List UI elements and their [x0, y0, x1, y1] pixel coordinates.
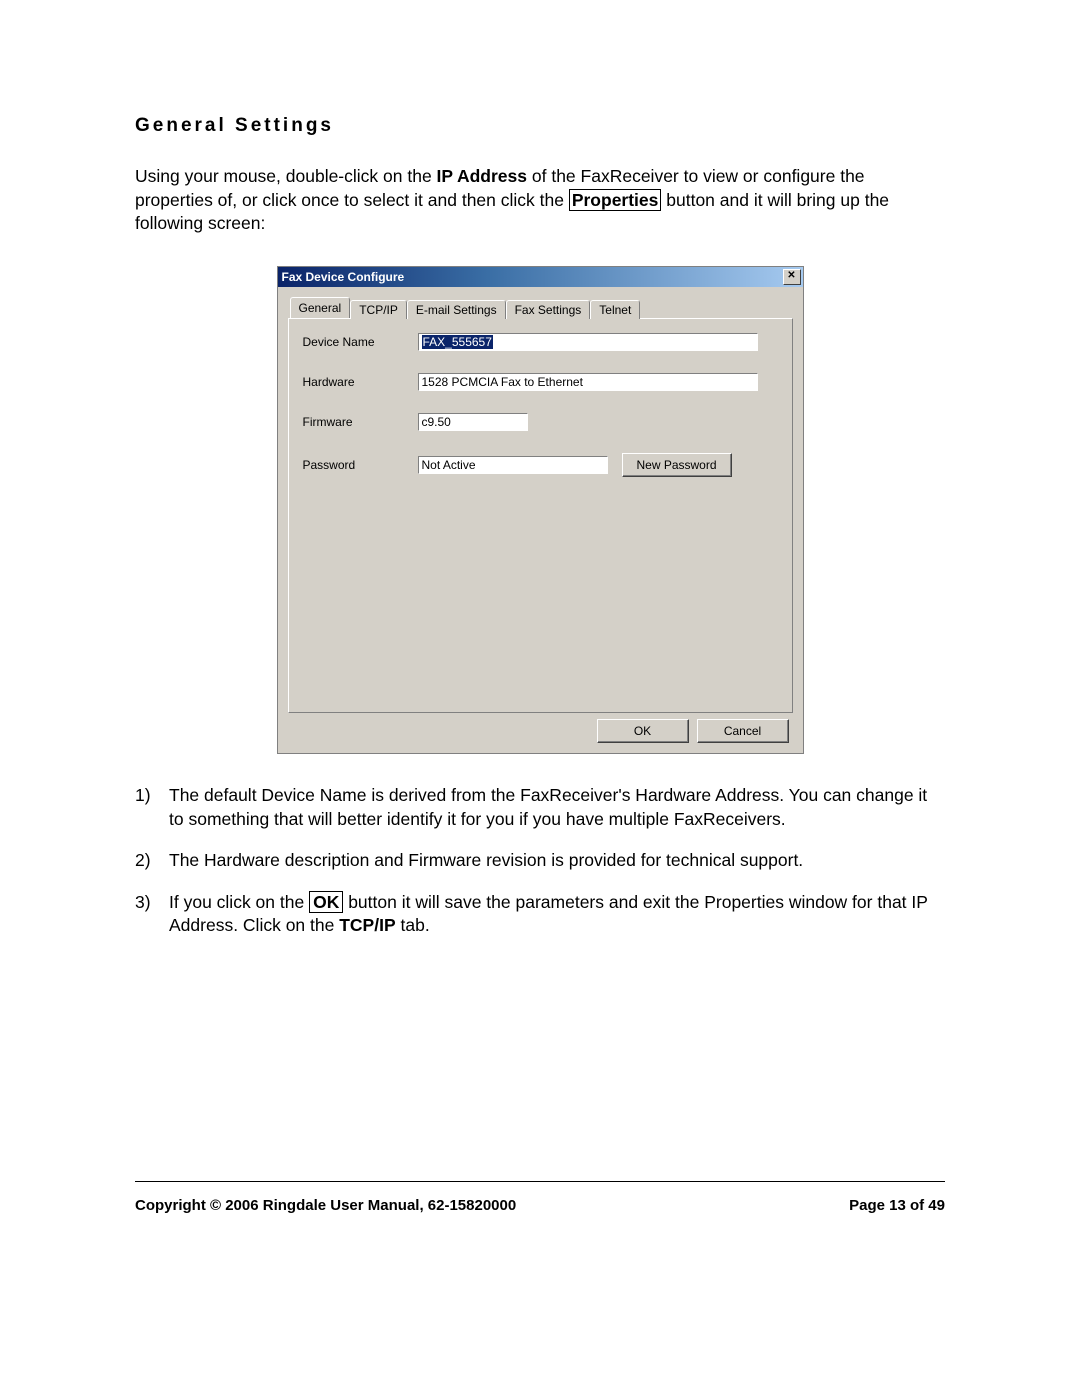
cancel-button[interactable]: Cancel [697, 719, 789, 743]
dialog-titlebar: Fax Device Configure ✕ [278, 267, 803, 287]
intro-boxed-properties: Properties [569, 189, 662, 211]
firmware-label: Firmware [303, 415, 418, 429]
tab-email-settings[interactable]: E-mail Settings [407, 300, 506, 319]
tab-general[interactable]: General [290, 297, 351, 318]
list-bold-tcpip: TCP/IP [339, 915, 395, 935]
list-text: If you click on the [169, 892, 309, 912]
list-item: The default Device Name is derived from … [169, 784, 945, 831]
password-value: Not Active [422, 458, 476, 472]
firmware-field: c9.50 [418, 413, 528, 431]
close-icon[interactable]: ✕ [783, 269, 801, 285]
list-item: If you click on the OK button it will sa… [169, 891, 945, 938]
list-item: The Hardware description and Firmware re… [169, 849, 945, 873]
intro-paragraph: Using your mouse, double-click on the IP… [135, 165, 945, 236]
device-name-field[interactable]: FAX_555657 [418, 333, 758, 351]
list-number: 3) [135, 891, 169, 938]
screenshot-container: Fax Device Configure ✕ General TCP/IP E-… [135, 266, 945, 754]
fax-device-configure-dialog: Fax Device Configure ✕ General TCP/IP E-… [277, 266, 804, 754]
tab-tcpip[interactable]: TCP/IP [350, 300, 407, 319]
page-footer: Copyright © 2006 Ringdale User Manual, 6… [135, 1197, 945, 1214]
dialog-title: Fax Device Configure [282, 270, 405, 284]
footer-rule [135, 1181, 945, 1182]
footer-copyright: Copyright © 2006 Ringdale User Manual, 6… [135, 1197, 516, 1214]
password-field: Not Active [418, 456, 608, 474]
hardware-label: Hardware [303, 375, 418, 389]
footer-page: Page 13 of 49 [849, 1197, 945, 1214]
intro-text: Using your mouse, double-click on the [135, 166, 437, 186]
hardware-field: 1528 PCMCIA Fax to Ethernet [418, 373, 758, 391]
list-number: 2) [135, 849, 169, 873]
tab-telnet[interactable]: Telnet [590, 300, 640, 319]
dialog-button-row: OK Cancel [288, 713, 793, 745]
device-name-value: FAX_555657 [422, 335, 493, 349]
ok-button[interactable]: OK [597, 719, 689, 743]
new-password-button[interactable]: New Password [622, 453, 732, 477]
section-heading: General Settings [135, 115, 945, 137]
list-text: tab. [396, 915, 430, 935]
instruction-list: 1) The default Device Name is derived fr… [135, 784, 945, 938]
intro-bold-ip: IP Address [437, 166, 527, 186]
list-number: 1) [135, 784, 169, 831]
list-boxed-ok: OK [309, 891, 343, 913]
tab-strip: General TCP/IP E-mail Settings Fax Setti… [290, 297, 793, 318]
tab-fax-settings[interactable]: Fax Settings [506, 300, 591, 319]
tab-panel-general: Device Name FAX_555657 Hardware 1528 PCM… [288, 318, 793, 713]
hardware-value: 1528 PCMCIA Fax to Ethernet [422, 375, 583, 389]
password-label: Password [303, 458, 418, 472]
firmware-value: c9.50 [422, 415, 451, 429]
device-name-label: Device Name [303, 335, 418, 349]
